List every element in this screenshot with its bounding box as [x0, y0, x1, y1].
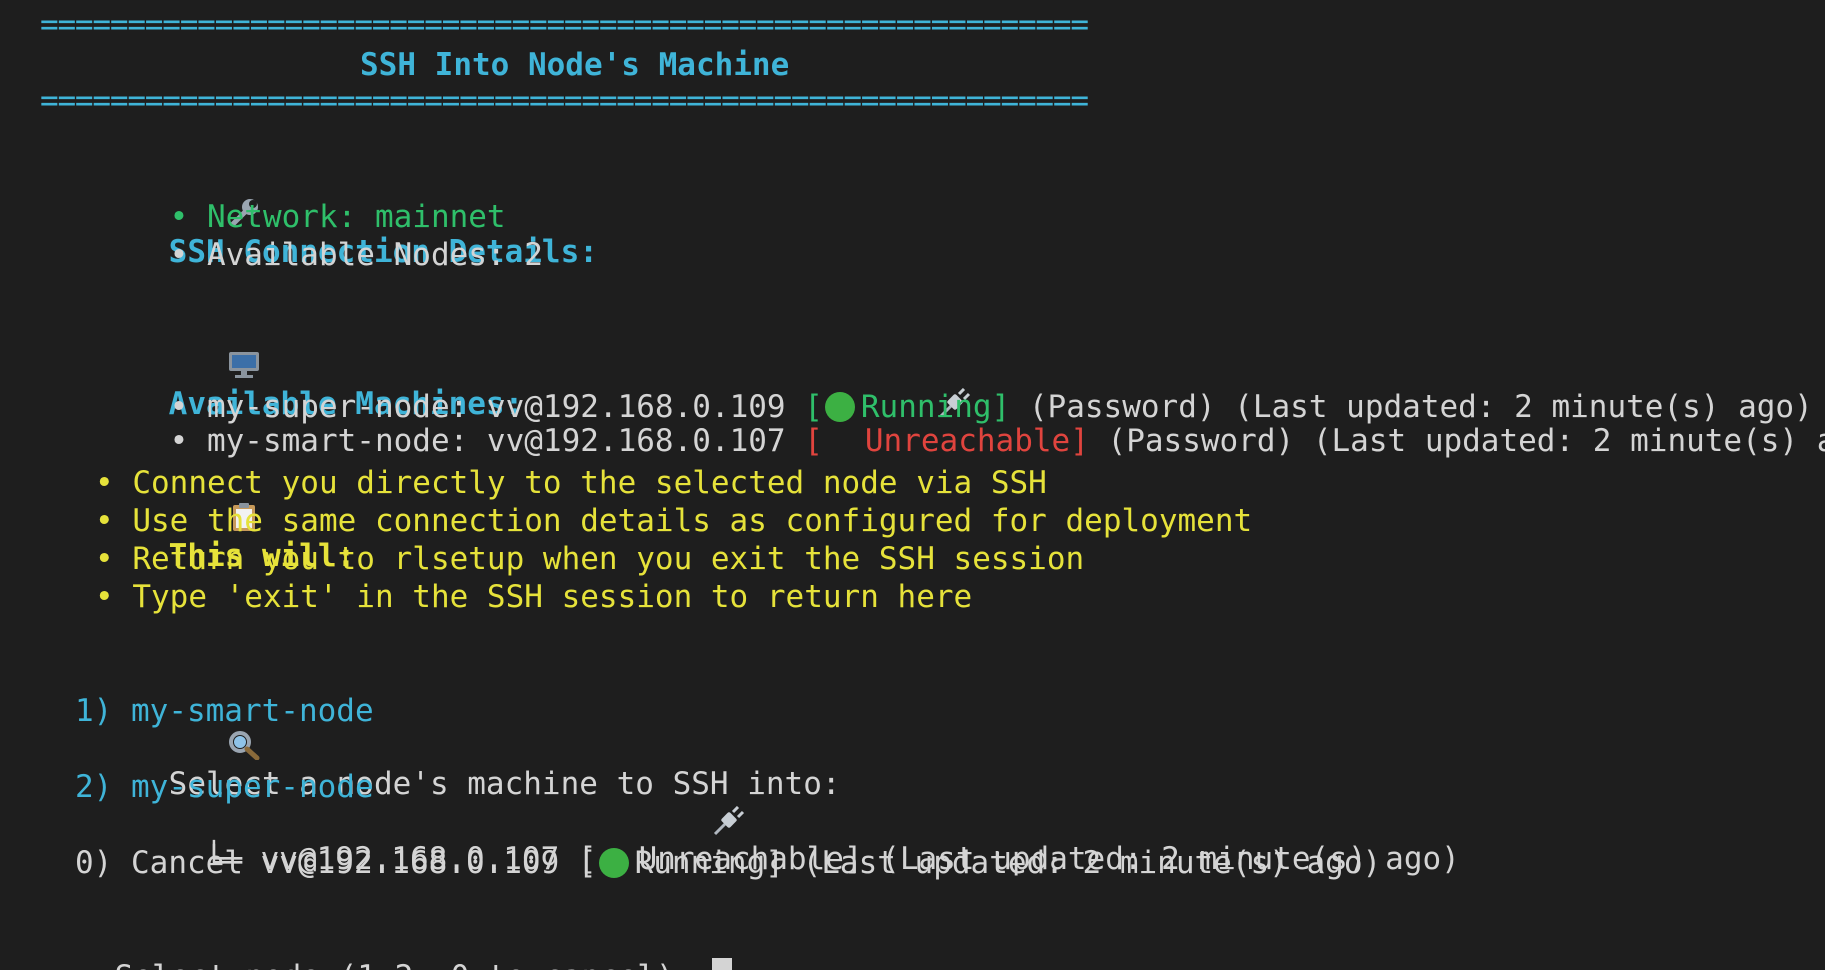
option-cancel[interactable]: 0) Cancel	[75, 844, 243, 882]
info-heading-line: This will:	[40, 426, 355, 574]
bracket-close: ]	[991, 389, 1011, 425]
status-unreachable: Unreachable	[864, 423, 1071, 459]
machine-row-prefix: • my-super-node: vv@192.168.0.109	[169, 389, 805, 425]
machines-heading-line: Available Machines:	[40, 274, 523, 422]
bracket-open: [	[804, 389, 823, 425]
text-cursor[interactable]	[711, 958, 732, 970]
option-detail-status: Running	[634, 845, 766, 881]
machine-row-suffix: (Password) (Last updated: 2 minute(s) ag…	[1088, 423, 1825, 459]
machine-row-super: • my-super-node: vv@192.168.0.109 [ Runni…	[95, 350, 1813, 425]
info-item: • Connect you directly to the selected n…	[95, 465, 1047, 501]
option-detail-prefix: └─ vv@192.168.0.109 [	[204, 845, 597, 881]
terminal-window[interactable]: ========================================…	[0, 0, 1825, 970]
available-nodes-line: • Available Nodes: 2	[95, 198, 543, 273]
prompt-text: Select node (1-2, 0 to cancel):	[115, 959, 712, 970]
info-item: • Return you to rlsetup when you exit th…	[95, 541, 1085, 577]
select-heading-line: Select a node's machine to SSH into:	[40, 654, 841, 802]
green-circle-icon	[598, 848, 629, 878]
top-rule: ========================================…	[40, 7, 1089, 43]
bracket-close: ]	[1070, 423, 1089, 459]
network-line: • Network: mainnet	[95, 160, 506, 235]
bottom-rule: ========================================…	[40, 83, 1089, 119]
option-detail-suffix: ] (Last updated: 2 minute(s) ago)	[765, 845, 1382, 881]
option-my-smart-node[interactable]: 1) my-smart-node	[75, 692, 374, 730]
bracket-open: [	[804, 423, 823, 459]
ssh-details-heading-line: SSH Connection Details:	[40, 122, 598, 270]
status-running: Running	[860, 389, 992, 425]
option-detail-super: └─ vv@192.168.0.109 [ Running] (Last upda…	[130, 806, 1382, 881]
green-circle-icon	[824, 392, 855, 422]
info-item: • Type 'exit' in the SSH session to retu…	[95, 579, 973, 615]
machine-row-smart: • my-smart-node: vv@192.168.0.107 [ Unre…	[95, 312, 1825, 459]
option-detail-smart: └─ vv@192.168.0.107 [ Unreachable] (Last…	[130, 730, 1460, 877]
electric-plug-icon	[599, 768, 744, 836]
page-title: SSH Into Node's Machine	[360, 47, 790, 83]
machine-row-suffix: (Password) (Last updated: 2 minute(s) ag…	[1010, 389, 1813, 425]
prompt-line[interactable]: Select node (1-2, 0 to cancel):	[40, 920, 732, 970]
info-item: • Use the same connection details as con…	[95, 503, 1253, 539]
option-my-super-node[interactable]: 2) my-super-node	[75, 768, 374, 806]
available-nodes-value: • Available Nodes: 2	[169, 237, 543, 273]
